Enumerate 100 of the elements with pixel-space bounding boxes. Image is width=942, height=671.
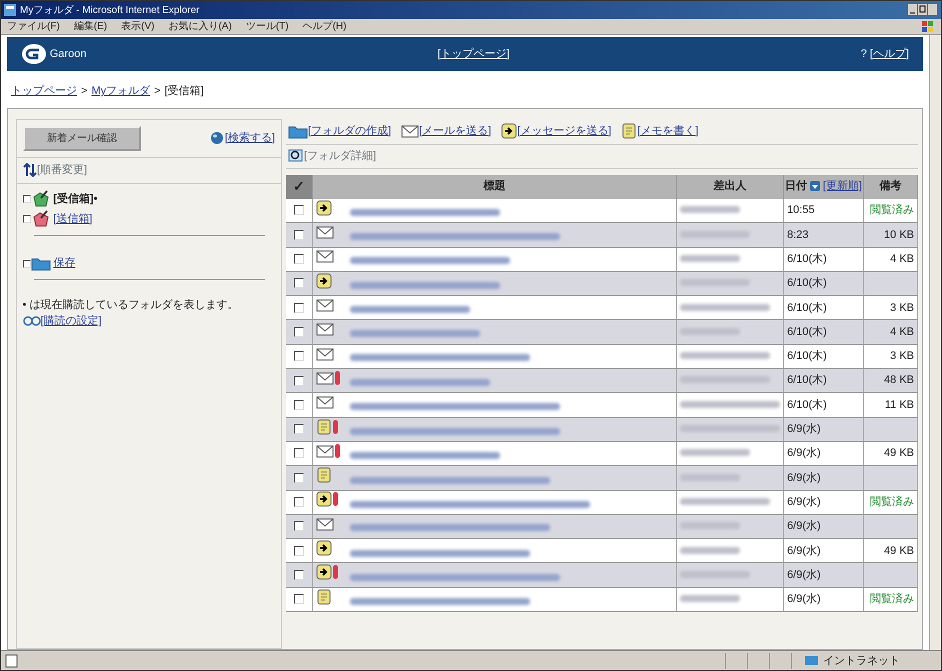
select-all-button[interactable]: ✓ xyxy=(286,174,312,198)
expand-box[interactable] xyxy=(22,215,30,223)
arrow-note-icon xyxy=(316,200,332,216)
search-link[interactable]: [検索する] xyxy=(224,130,275,146)
search-icon xyxy=(208,131,225,145)
folder-item[interactable]: [受信箱]• xyxy=(53,190,98,208)
toolbar-link[interactable]: [メッセージを送る] xyxy=(517,122,612,140)
date-cell: 6/10(木) xyxy=(787,398,827,411)
legend-note: • は現在購読しているフォルダを表します。 xyxy=(22,298,240,312)
row-checkbox[interactable] xyxy=(294,400,304,410)
breadcrumb-separator: > xyxy=(154,84,161,99)
arrow-note-icon xyxy=(316,540,332,556)
row-checkbox[interactable] xyxy=(294,594,304,604)
scrollbar[interactable] xyxy=(929,35,941,650)
glasses-icon xyxy=(22,315,40,328)
date-cell: 6/9(水) xyxy=(787,423,821,436)
row-checkbox[interactable] xyxy=(294,497,304,508)
row-checkbox[interactable] xyxy=(294,205,304,216)
blurred-sender xyxy=(680,254,740,262)
menu-item[interactable]: ヘルプ(H) xyxy=(302,19,346,34)
folder-detail-link[interactable]: [フォルダ詳細] xyxy=(304,148,376,164)
expand-box[interactable] xyxy=(22,195,30,203)
row-checkbox[interactable] xyxy=(294,351,304,362)
menu-item[interactable]: ファイル(F) xyxy=(7,19,60,34)
row-checkbox[interactable] xyxy=(294,570,304,580)
date-cell: 6/9(水) xyxy=(787,593,821,606)
date-cell: 6/9(水) xyxy=(787,472,821,484)
note-cell: 閲覧済み xyxy=(870,593,914,606)
note-cell: 11 KB xyxy=(884,398,914,411)
date-cell: 6/9(水) xyxy=(787,520,821,532)
row-checkbox[interactable] xyxy=(294,546,304,556)
windows-logo-icon xyxy=(921,20,935,34)
arrow-note-icon xyxy=(501,123,518,139)
sort-link[interactable]: [更新順] xyxy=(822,180,862,192)
row-checkbox[interactable] xyxy=(294,254,304,264)
logo-icon xyxy=(21,43,47,65)
envelope-icon xyxy=(316,322,334,336)
blurred-sender xyxy=(680,546,740,554)
breadcrumb-link[interactable]: Myフォルダ xyxy=(91,83,150,100)
row-checkbox[interactable] xyxy=(294,376,304,386)
top-page-link[interactable]: [トップページ] xyxy=(438,48,510,60)
row-checkbox[interactable] xyxy=(294,424,304,434)
column-header: 標題 xyxy=(312,174,677,198)
date-cell: 6/9(水) xyxy=(787,496,821,508)
breadcrumb-separator: > xyxy=(81,84,88,99)
logo-text: Garoon xyxy=(50,46,86,62)
check-mail-button[interactable]: 新着メール確認 xyxy=(23,126,141,150)
toolbar-link[interactable]: [メールを送る] xyxy=(419,122,492,140)
note-cell: 49 KB xyxy=(884,447,914,460)
row-checkbox[interactable] xyxy=(294,521,304,532)
folder-icon xyxy=(30,256,50,271)
blurred-sender xyxy=(680,328,740,335)
note-cell: 閲覧済み xyxy=(870,204,914,216)
subscribe-link[interactable]: [購読の設定] xyxy=(40,313,102,330)
column-header: 日付 xyxy=(785,180,808,192)
date-cell: 6/10(木) xyxy=(787,326,827,338)
menu-item[interactable]: ツール(T) xyxy=(246,19,289,34)
blurred-sender xyxy=(680,474,740,481)
network-icon xyxy=(804,654,820,668)
date-cell: 6/10(木) xyxy=(787,302,827,314)
zone-label: イントラネット xyxy=(823,654,900,666)
note-cell: 48 KB xyxy=(884,374,914,386)
date-cell: 6/9(水) xyxy=(787,447,821,460)
note-cell: 3 KB xyxy=(890,302,914,314)
menu-item[interactable]: 編集(E) xyxy=(74,19,108,34)
row-checkbox[interactable] xyxy=(294,472,304,483)
reorder-link[interactable]: [順番変更] xyxy=(37,162,88,178)
date-cell: 6/10(木) xyxy=(787,374,827,386)
breadcrumb-link[interactable]: トップページ xyxy=(11,83,77,100)
help-link[interactable]: [ヘルプ] xyxy=(870,46,909,62)
note-icon xyxy=(316,418,332,435)
date-cell: 6/10(木) xyxy=(787,277,827,290)
arrow-note-icon xyxy=(316,491,332,508)
folder-icon xyxy=(288,124,308,138)
note-cell: 4 KB xyxy=(890,326,914,338)
column-header: 差出人 xyxy=(676,174,784,198)
envelope-icon xyxy=(401,124,420,138)
note-cell: 3 KB xyxy=(890,350,914,362)
row-checkbox[interactable] xyxy=(294,326,304,337)
blurred-sender xyxy=(680,449,750,456)
folder-item[interactable]: [送信箱] xyxy=(53,210,92,228)
help-mark: ? xyxy=(860,46,867,62)
envelope-icon xyxy=(316,225,334,240)
row-checkbox[interactable] xyxy=(294,448,304,458)
row-checkbox[interactable] xyxy=(294,278,304,288)
envelope-icon xyxy=(316,371,334,386)
date-cell: 6/9(水) xyxy=(787,544,821,557)
note-cell: 10 KB xyxy=(884,228,914,241)
row-checkbox[interactable] xyxy=(294,302,304,313)
note-icon xyxy=(621,123,638,139)
toolbar-link[interactable]: [フォルダの作成] xyxy=(308,122,392,140)
menu-item[interactable]: 表示(V) xyxy=(121,19,154,34)
expand-box[interactable] xyxy=(22,260,30,268)
window-title: Myフォルダ - Microsoft Internet Explorer xyxy=(20,4,200,18)
blurred-sender xyxy=(680,230,750,238)
folder-item[interactable]: 保存 xyxy=(53,255,76,272)
row-checkbox[interactable] xyxy=(294,230,304,240)
window-controls-icon xyxy=(908,4,938,16)
toolbar-link[interactable]: [メモを書く] xyxy=(637,122,698,140)
menu-item[interactable]: お気に入り(A) xyxy=(168,19,232,34)
